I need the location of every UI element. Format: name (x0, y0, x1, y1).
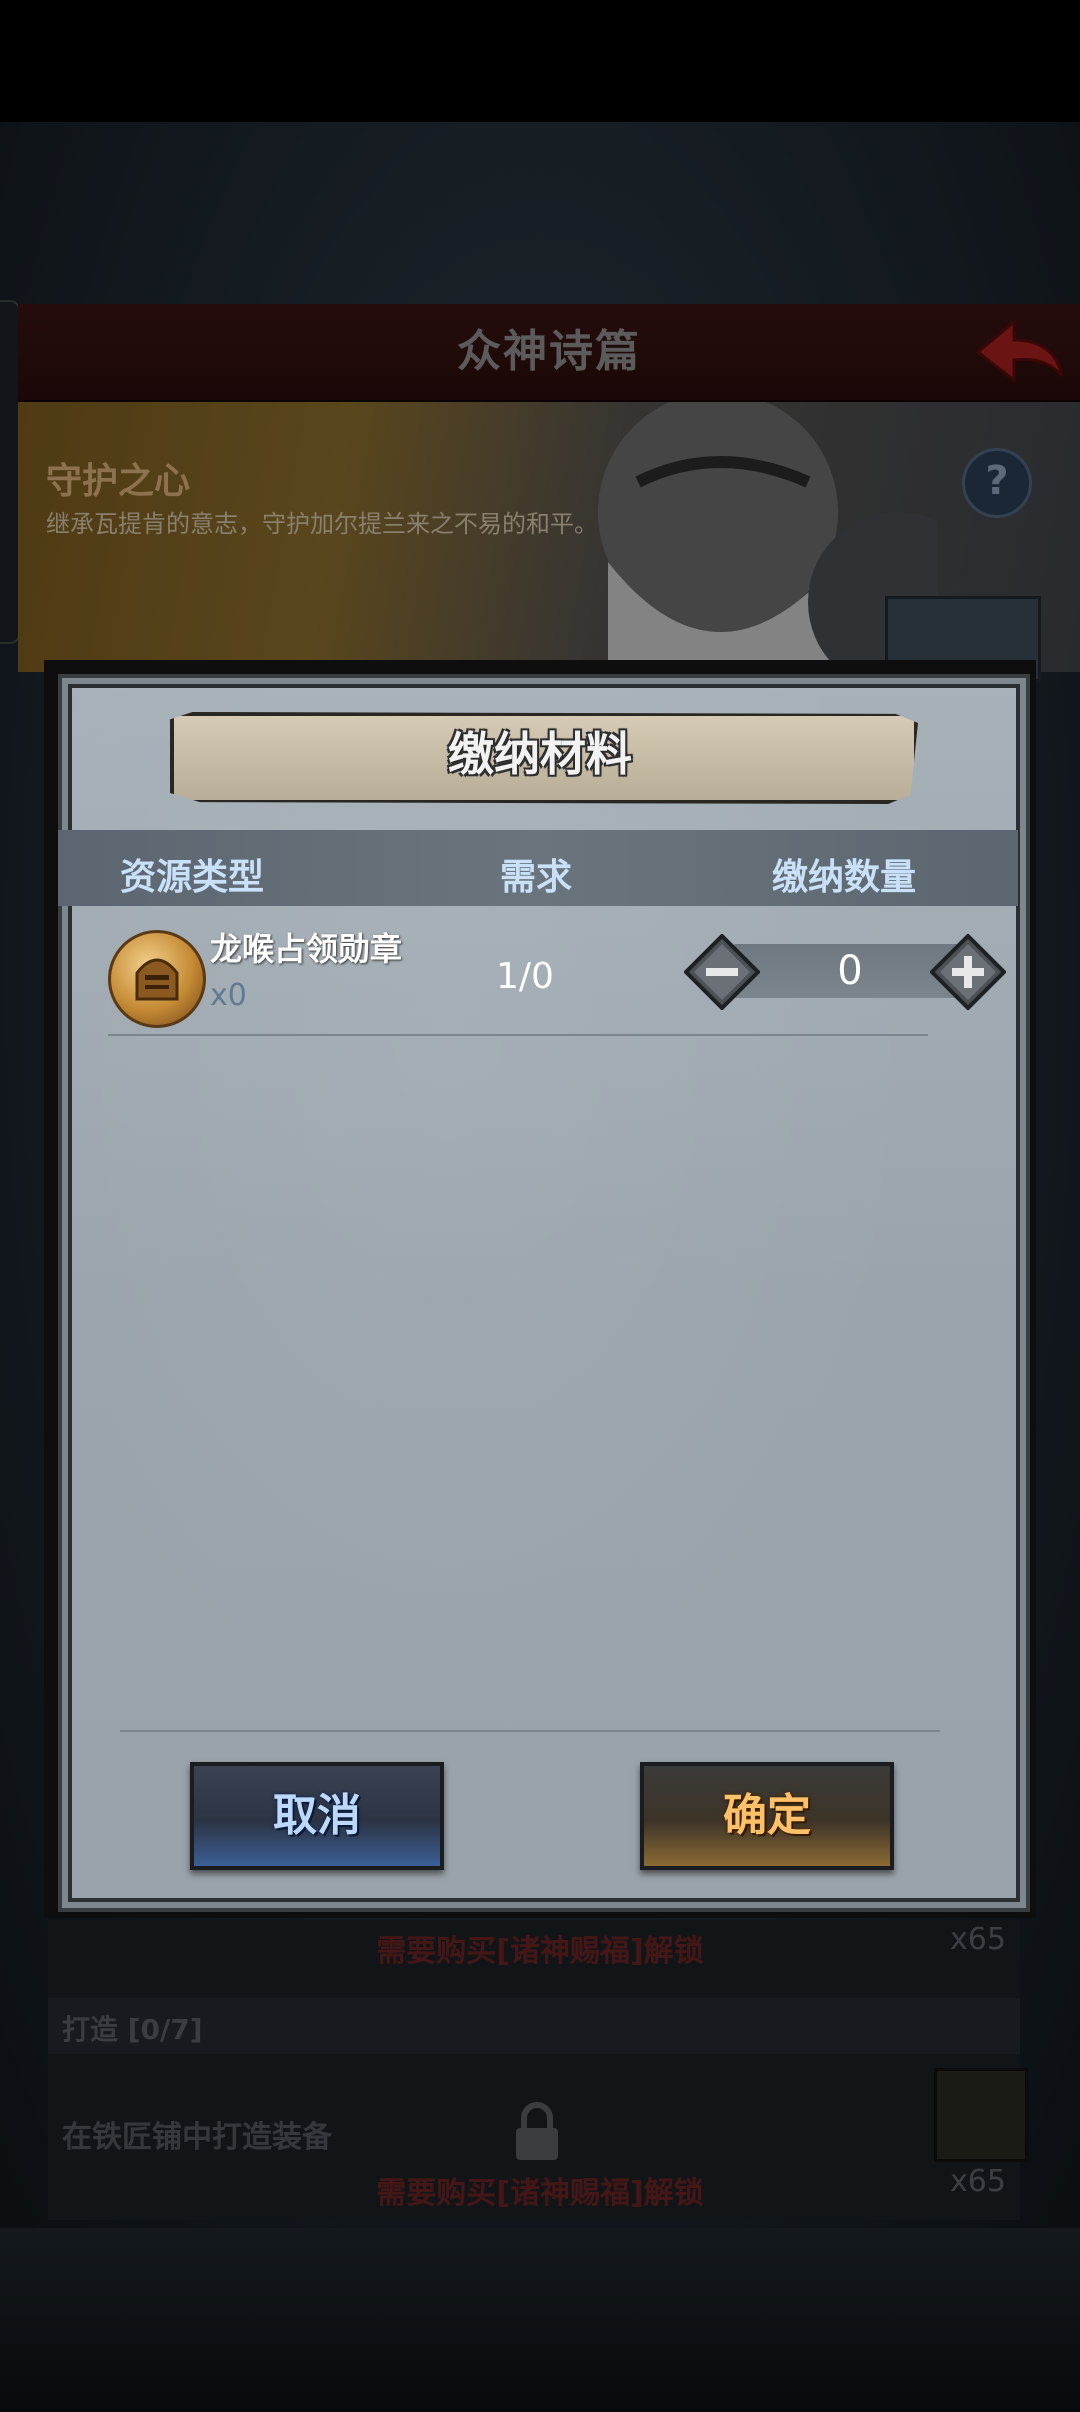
row-divider (108, 1034, 928, 1036)
confirm-button-label[interactable]: 确定 (640, 1762, 894, 1870)
helmet-icon (135, 958, 179, 1001)
increase-button[interactable] (930, 934, 1006, 1010)
item-name: 龙喉占领勋章 (210, 930, 403, 968)
cancel-button-label[interactable]: 取消 (190, 1762, 444, 1870)
dialog-title: 缴纳材料 (448, 727, 632, 781)
column-need: 需求 (500, 857, 573, 898)
column-quantity: 缴纳数量 (772, 857, 917, 898)
footer-divider (120, 1730, 940, 1732)
item-need: 1/0 (496, 956, 554, 997)
column-resource-type: 资源类型 (120, 857, 265, 898)
decrease-button[interactable] (684, 934, 760, 1010)
item-owned-count: x0 (210, 978, 247, 1013)
knight-medal-icon[interactable] (108, 930, 206, 1028)
